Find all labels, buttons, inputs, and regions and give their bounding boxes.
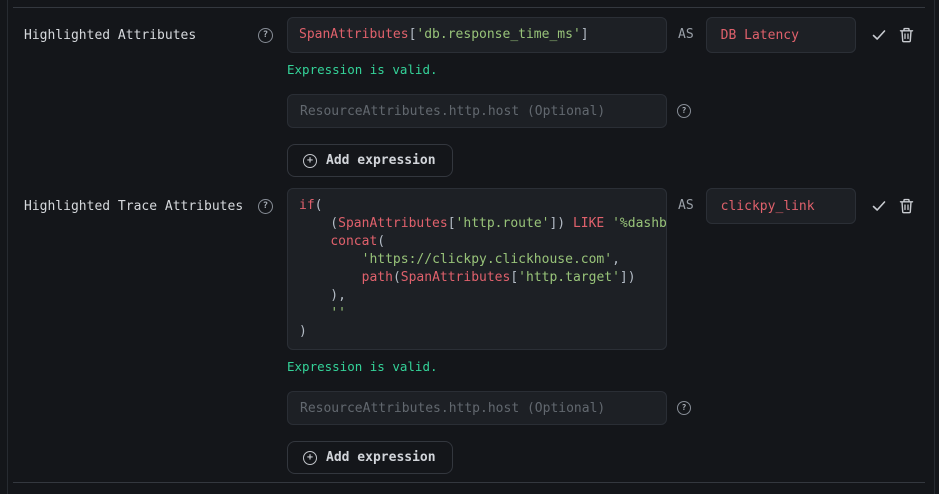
confirm-button[interactable] bbox=[872, 188, 886, 224]
trash-icon bbox=[899, 27, 914, 43]
highlighted-attributes-section: Highlighted Attributes ? SpanAttributes[… bbox=[0, 17, 914, 177]
optional-expression-row: ? bbox=[287, 391, 691, 425]
code-line: if( bbox=[299, 197, 655, 215]
field-label-row: Highlighted Attributes ? bbox=[0, 17, 287, 53]
delete-button[interactable] bbox=[899, 188, 914, 224]
optional-expression-input[interactable] bbox=[287, 391, 667, 425]
field-label: Highlighted Attributes bbox=[24, 28, 196, 43]
field-content: SpanAttributes['db.response_time_ms'] AS… bbox=[287, 17, 914, 177]
help-icon[interactable]: ? bbox=[258, 28, 273, 43]
add-expression-button[interactable]: + Add expression bbox=[287, 144, 453, 177]
code-line: SpanAttributes['db.response_time_ms'] bbox=[299, 26, 655, 44]
check-icon bbox=[872, 199, 886, 213]
delete-button[interactable] bbox=[899, 17, 914, 53]
code-line: '' bbox=[299, 305, 655, 323]
code-line: ) bbox=[299, 323, 655, 341]
code-line: 'https://clickpy.clickhouse.com', bbox=[299, 251, 655, 269]
bottom-divider bbox=[13, 482, 925, 483]
validation-message: Expression is valid. bbox=[287, 62, 438, 77]
add-expression-label: Add expression bbox=[326, 450, 436, 465]
optional-expression-row: ? bbox=[287, 94, 691, 128]
alias-input[interactable] bbox=[706, 188, 856, 224]
as-label: AS bbox=[678, 17, 694, 53]
plus-circle-icon: + bbox=[303, 154, 317, 168]
help-icon[interactable]: ? bbox=[677, 104, 691, 118]
add-expression-button[interactable]: + Add expression bbox=[287, 441, 453, 474]
as-label: AS bbox=[678, 188, 694, 224]
help-icon[interactable]: ? bbox=[258, 199, 273, 214]
check-icon bbox=[872, 28, 886, 42]
expression-row: SpanAttributes['db.response_time_ms'] AS bbox=[287, 17, 914, 53]
code-line: (SpanAttributes['http.route']) LIKE '%da… bbox=[299, 215, 655, 233]
right-panel-border bbox=[934, 0, 935, 494]
confirm-button[interactable] bbox=[872, 17, 886, 53]
settings-panel: Highlighted Attributes ? SpanAttributes[… bbox=[0, 0, 939, 494]
trash-icon bbox=[899, 198, 914, 214]
validation-message: Expression is valid. bbox=[287, 359, 438, 374]
code-line: concat( bbox=[299, 233, 655, 251]
optional-expression-input[interactable] bbox=[287, 94, 667, 128]
add-expression-label: Add expression bbox=[326, 153, 436, 168]
top-divider bbox=[13, 7, 925, 8]
field-label: Highlighted Trace Attributes bbox=[24, 199, 243, 214]
highlighted-trace-attributes-section: Highlighted Trace Attributes ? if( (Span… bbox=[0, 188, 914, 474]
expression-editor[interactable]: if( (SpanAttributes['http.route']) LIKE … bbox=[287, 188, 667, 350]
code-line: ), bbox=[299, 287, 655, 305]
code-line: path(SpanAttributes['http.target']) bbox=[299, 269, 655, 287]
expression-row: if( (SpanAttributes['http.route']) LIKE … bbox=[287, 188, 914, 350]
field-content: if( (SpanAttributes['http.route']) LIKE … bbox=[287, 188, 914, 474]
alias-input[interactable] bbox=[706, 17, 856, 53]
help-icon[interactable]: ? bbox=[677, 401, 691, 415]
expression-editor[interactable]: SpanAttributes['db.response_time_ms'] bbox=[287, 17, 667, 53]
field-label-row: Highlighted Trace Attributes ? bbox=[0, 188, 287, 224]
plus-circle-icon: + bbox=[303, 451, 317, 465]
